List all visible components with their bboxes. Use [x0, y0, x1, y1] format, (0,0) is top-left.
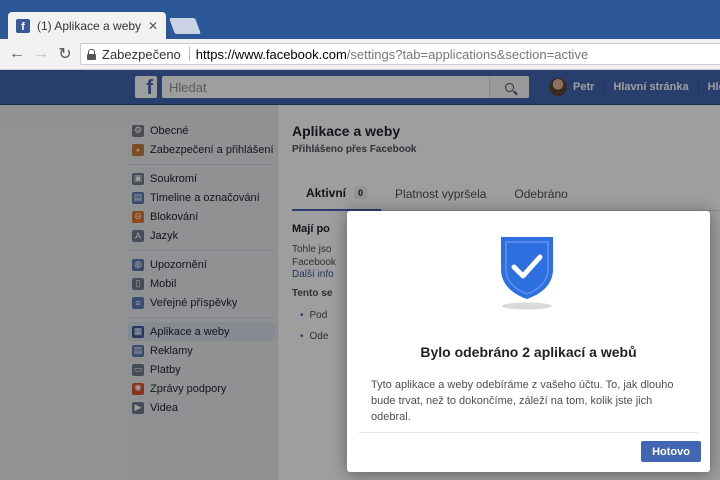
- new-tab-button[interactable]: [169, 18, 201, 34]
- url-host: https://www.facebook.com: [195, 46, 347, 62]
- back-arrow-icon[interactable]: ←: [6, 43, 28, 65]
- close-tab-icon[interactable]: ✕: [148, 19, 158, 33]
- facebook-favicon-icon: f: [16, 18, 30, 33]
- dialog-divider: [359, 432, 698, 433]
- browser-toolbar: ← → ↻ Zabezpečeno https://www.facebook.c…: [0, 39, 720, 70]
- done-button[interactable]: Hotovo: [641, 441, 701, 462]
- reload-icon[interactable]: ↻: [54, 43, 76, 65]
- address-bar[interactable]: Zabezpečeno https://www.facebook.com /se…: [80, 43, 720, 65]
- browser-tabstrip: f (1) Aplikace a weby ✕: [0, 0, 720, 39]
- forward-arrow-icon[interactable]: →: [30, 43, 52, 65]
- dialog-title: Bylo odebráno 2 aplikací a webů: [420, 344, 637, 360]
- shield-check-icon: [501, 237, 553, 310]
- secure-label: Zabezpečeno: [102, 46, 181, 62]
- removed-apps-dialog: Bylo odebráno 2 aplikací a webů Tyto apl…: [347, 211, 710, 472]
- browser-tab-title: (1) Aplikace a weby: [37, 18, 142, 33]
- dialog-message: Tyto aplikace a weby odebíráme z vašeho …: [371, 379, 674, 423]
- lock-icon: [87, 48, 96, 60]
- browser-tab[interactable]: f (1) Aplikace a weby ✕: [8, 12, 166, 39]
- url-path: /settings?tab=applications&section=activ…: [346, 46, 589, 62]
- address-separator: [188, 47, 190, 61]
